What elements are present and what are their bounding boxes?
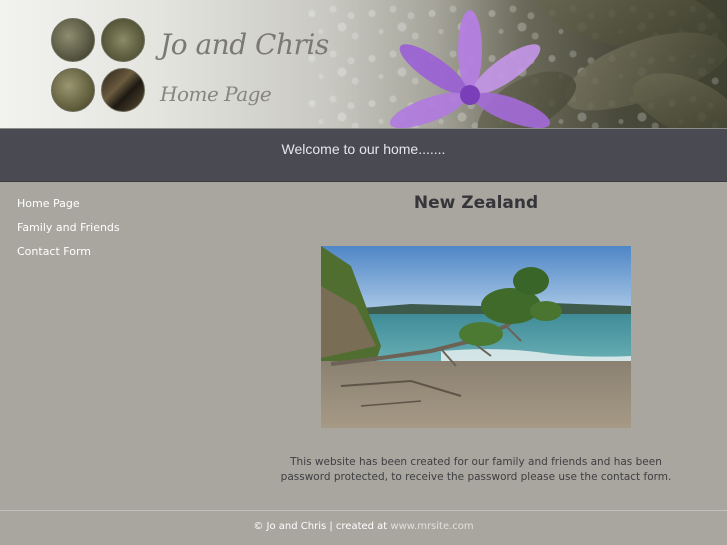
purple-flower-image bbox=[389, 10, 551, 128]
photo-circle-4 bbox=[101, 68, 145, 112]
welcome-bar: Welcome to our home....... bbox=[0, 129, 727, 182]
nav-link-home-page[interactable]: Home Page bbox=[17, 196, 120, 220]
nav-link-family-and-friends[interactable]: Family and Friends bbox=[17, 220, 120, 244]
footer-divider bbox=[0, 510, 727, 511]
beach-photo-illustration bbox=[321, 246, 631, 428]
welcome-text: Welcome to our home....... bbox=[281, 141, 446, 157]
footer-link-mrsite[interactable]: www.mrsite.com bbox=[390, 521, 473, 532]
beach-photo bbox=[321, 246, 631, 428]
photo-circle-2 bbox=[101, 18, 145, 62]
page-heading: New Zealand bbox=[413, 193, 539, 213]
intro-paragraph: This website has been created for our fa… bbox=[226, 455, 726, 485]
header-banner: Jo and Chris Home Page bbox=[0, 0, 727, 129]
footer-copyright: © Jo and Chris | created at bbox=[253, 521, 391, 532]
photo-circle-3 bbox=[51, 68, 95, 112]
site-title: Jo and Chris bbox=[160, 28, 329, 61]
site-subtitle: Home Page bbox=[160, 82, 272, 106]
intro-line-1: This website has been created for our fa… bbox=[290, 456, 662, 468]
nav-link-contact-form[interactable]: Contact Form bbox=[17, 244, 120, 268]
photo-circle-1 bbox=[51, 18, 95, 62]
sidebar-nav: Home Page Family and Friends Contact For… bbox=[17, 196, 120, 268]
footer: © Jo and Chris | created at www.mrsite.c… bbox=[0, 521, 727, 532]
intro-line-2: password protected, to receive the passw… bbox=[280, 471, 672, 483]
